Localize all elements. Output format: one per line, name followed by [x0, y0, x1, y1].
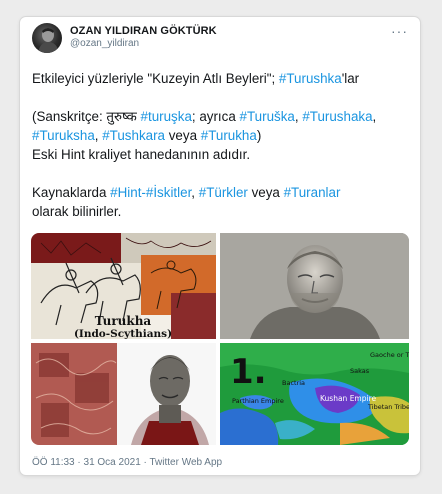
- more-options-icon[interactable]: ···: [391, 23, 408, 39]
- image-caption-2: (Indo-Scythians): [74, 328, 172, 339]
- text-span: ): [256, 128, 262, 143]
- text-line: Kaynaklarda #Hint-#İskitler, #Türkler ve…: [32, 183, 414, 202]
- text-line: olarak bilinirler.: [32, 204, 122, 219]
- hashtag-link[interactable]: #Turushaka: [302, 109, 372, 124]
- text-span: ,: [191, 185, 199, 200]
- tweet-text: Etkileyici yüzleriyle "Kuzeyin Atlı Beyl…: [32, 69, 414, 221]
- text-span: Etkileyici yüzleriyle "Kuzeyin Atlı Beyl…: [32, 71, 279, 86]
- map-number: 1.: [230, 352, 267, 392]
- hashtag-link[interactable]: #Turushka: [279, 71, 342, 86]
- tweet-card: OZAN YILDIRAN GÖKTÜRK @ozan_yildiran ···…: [20, 17, 420, 475]
- image-caption-1: Turukha: [95, 314, 152, 328]
- map-label: Gaoche or Tiele: [370, 351, 409, 359]
- text-span: veya: [247, 185, 284, 200]
- text-line: Eski Hint kraliyet hanedanının adıdır.: [32, 147, 251, 162]
- author-handle[interactable]: @ozan_yildiran: [70, 38, 139, 49]
- map-label: Tibetan Tribes: [367, 403, 409, 411]
- text-span: 'lar: [341, 71, 360, 86]
- text-span: veya: [165, 128, 201, 143]
- avatar[interactable]: [32, 23, 62, 53]
- text-line: Etkileyici yüzleriyle "Kuzeyin Atlı Beyl…: [32, 69, 414, 88]
- hashtag-link[interactable]: #Turuška: [240, 109, 295, 124]
- hashtag-link[interactable]: #Tushkara: [102, 128, 165, 143]
- text-span: (Sanskritçe: तुरुष्क: [32, 109, 141, 124]
- hashtag-link[interactable]: #Turuksha: [32, 128, 95, 143]
- hashtag-link[interactable]: #turuşka: [141, 109, 192, 124]
- map-label: Bactria: [282, 379, 305, 387]
- hashtag-link[interactable]: #Hint-#İskitler: [110, 185, 191, 200]
- text-span: ,: [372, 109, 377, 124]
- hashtag-link[interactable]: #Turanlar: [284, 185, 341, 200]
- hashtag-link[interactable]: #Türkler: [199, 185, 248, 200]
- media-image-bust[interactable]: [220, 233, 409, 339]
- text-span: Kaynaklarda: [32, 185, 111, 200]
- media-image-collage[interactable]: Turukha (Indo-Scythians): [31, 233, 216, 339]
- text-line: #Turuksha, #Tushkara veya #Turukha): [32, 126, 414, 145]
- map-label: Sakas: [350, 367, 370, 375]
- author-name[interactable]: OZAN YILDIRAN GÖKTÜRK: [70, 25, 217, 37]
- media-grid: Turukha (Indo-Scythians) 1. Gaoche or T …: [31, 233, 409, 445]
- text-line: (Sanskritçe: तुरुष्क #turuşka; ayrıca #T…: [32, 107, 414, 126]
- tweet-timestamp[interactable]: ÖÖ 11:33 · 31 Oca 2021 · Twitter Web App: [32, 457, 222, 468]
- text-span: ; ayrıca: [191, 109, 240, 124]
- map-label: Parthian Empire: [232, 397, 284, 405]
- media-image-map[interactable]: 1. Gaoche or Tiele Kushan Empire Parthia…: [220, 343, 409, 445]
- hashtag-link[interactable]: #Turukha: [201, 128, 257, 143]
- media-image-artifacts[interactable]: [31, 343, 216, 445]
- map-label: Kushan Empire: [320, 394, 377, 403]
